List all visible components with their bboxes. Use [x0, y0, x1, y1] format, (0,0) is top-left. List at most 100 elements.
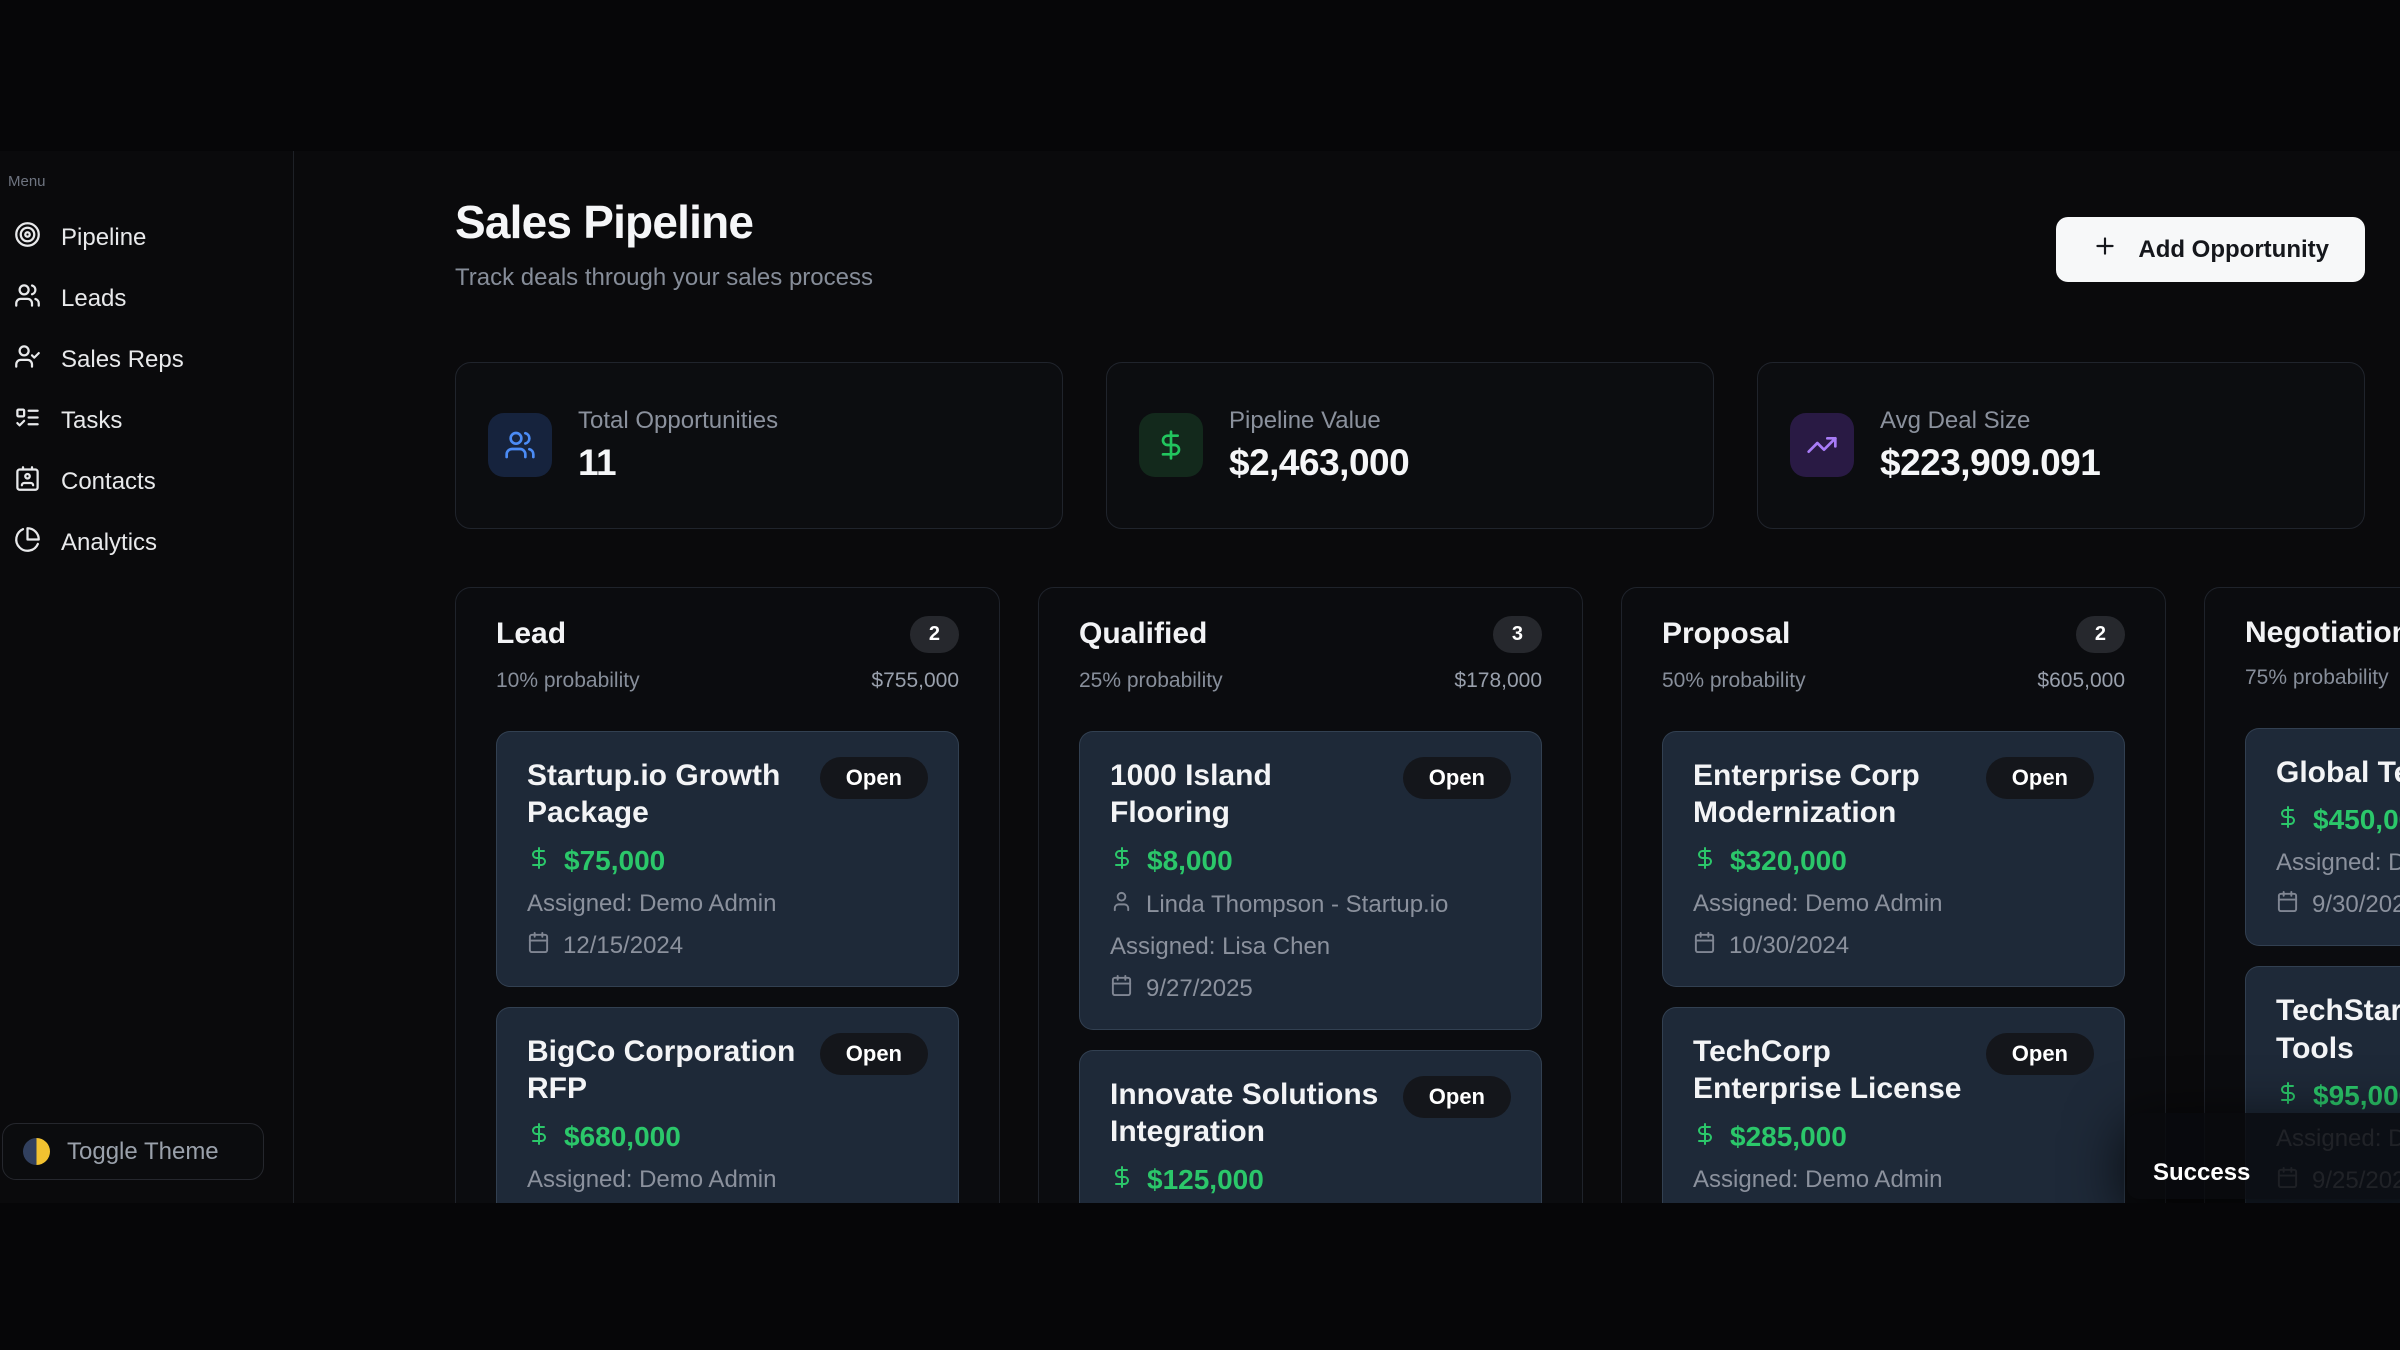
- stat-label: Pipeline Value: [1229, 407, 1409, 435]
- trending-up-icon: [1790, 413, 1854, 477]
- page-title: Sales Pipeline: [455, 197, 873, 248]
- deal-card[interactable]: Global Te $450,000 Assigned: Demo Admin …: [2245, 728, 2400, 947]
- sidebar-item-tasks[interactable]: Tasks: [8, 399, 285, 443]
- deal-card[interactable]: Enterprise Corp Modernization Open $320,…: [1662, 731, 2125, 987]
- status-badge: Open: [820, 757, 928, 799]
- deal-value: $75,000: [564, 845, 665, 877]
- stat-card-avg-deal-size: Avg Deal Size $223,909.091: [1757, 362, 2365, 529]
- column-count-badge: 2: [2076, 616, 2125, 653]
- calendar-icon: [2276, 890, 2299, 920]
- sidebar-item-pipeline[interactable]: Pipeline: [8, 216, 285, 260]
- deal-date: 9/27/2025: [1146, 975, 1253, 1003]
- dollar-icon: [1139, 413, 1203, 477]
- column-probability: 50% probability: [1662, 669, 1806, 693]
- user-check-icon: [14, 343, 41, 377]
- status-badge: Open: [1403, 1076, 1511, 1118]
- sidebar-item-label: Sales Reps: [61, 346, 184, 374]
- column-qualified: Qualified 3 25% probability $178,000 100…: [1038, 587, 1583, 1203]
- deal-title: Innovate Solutions Integration: [1110, 1076, 1387, 1151]
- stat-text: Total Opportunities 11: [578, 407, 778, 484]
- status-badge: Open: [820, 1033, 928, 1075]
- sidebar-item-label: Contacts: [61, 468, 156, 496]
- status-badge: Open: [1986, 757, 2094, 799]
- add-opportunity-button[interactable]: Add Opportunity: [2056, 217, 2365, 282]
- page-header: Sales Pipeline Track deals through your …: [455, 197, 2365, 292]
- sidebar-item-analytics[interactable]: Analytics: [8, 521, 285, 565]
- sidebar-item-label: Analytics: [61, 529, 157, 557]
- sidebar-item-sales-reps[interactable]: Sales Reps: [8, 338, 285, 382]
- menu-section-label: Menu: [8, 173, 285, 190]
- dollar-icon: [2276, 1080, 2300, 1112]
- sidebar-nav: Pipeline Leads Sales Reps Tasks Contacts…: [8, 216, 285, 565]
- deal-card[interactable]: Innovate Solutions Integration Open $125…: [1079, 1050, 1542, 1203]
- pie-chart-icon: [14, 526, 41, 560]
- column-total: $178,000: [1454, 669, 1542, 693]
- toggle-theme-label: Toggle Theme: [67, 1138, 219, 1166]
- column-negotiation: Negotiation 75% probability Global Te $4…: [2204, 587, 2400, 1203]
- column-total: $755,000: [871, 669, 959, 693]
- stat-text: Avg Deal Size $223,909.091: [1880, 407, 2100, 484]
- toggle-theme-button[interactable]: Toggle Theme: [2, 1123, 264, 1180]
- users-icon: [488, 413, 552, 477]
- stat-label: Avg Deal Size: [1880, 407, 2100, 435]
- deal-value: $320,000: [1730, 845, 1847, 877]
- column-title: Lead: [496, 617, 566, 651]
- contact-card-icon: [14, 465, 41, 499]
- deal-assigned: Assigned: Lisa Chen: [1110, 933, 1511, 961]
- dollar-icon: [1693, 845, 1717, 877]
- pipeline-board: Lead 2 10% probability $755,000 Startup.…: [455, 587, 2365, 1203]
- column-count-badge: 2: [910, 616, 959, 653]
- app-window: Menu Pipeline Leads Sales Reps Tasks Con…: [0, 151, 2400, 1203]
- users-icon: [14, 282, 41, 316]
- column-title: Negotiation: [2245, 616, 2400, 650]
- column-count-badge: 3: [1493, 616, 1542, 653]
- sidebar: Menu Pipeline Leads Sales Reps Tasks Con…: [0, 151, 294, 1203]
- stat-text: Pipeline Value $2,463,000: [1229, 407, 1409, 484]
- deal-title: TechCorp Enterprise License: [1693, 1033, 1970, 1108]
- toast-success: Success: [2127, 1113, 2400, 1199]
- deal-date: 10/30/2024: [1729, 932, 1849, 960]
- deal-card[interactable]: BigCo Corporation RFP Open $680,000 Assi…: [496, 1007, 959, 1203]
- stat-label: Total Opportunities: [578, 407, 778, 435]
- column-probability: 10% probability: [496, 669, 640, 693]
- dollar-icon: [2276, 804, 2300, 836]
- deal-title: 1000 Island Flooring: [1110, 757, 1387, 832]
- stat-value: 11: [578, 442, 778, 484]
- calendar-icon: [527, 931, 550, 961]
- deal-date: 9/30/2025: [2312, 891, 2400, 919]
- status-badge: Open: [1986, 1033, 2094, 1075]
- plus-icon: [2092, 233, 2118, 266]
- deal-assigned: Assigned: Demo Admin: [1693, 890, 2094, 918]
- sidebar-item-label: Leads: [61, 285, 126, 313]
- calendar-icon: [1110, 974, 1133, 1004]
- deal-assigned: Assigned: Demo Admin: [1693, 1166, 2094, 1194]
- deal-value: $95,000: [2313, 1080, 2400, 1112]
- page-subtitle: Track deals through your sales process: [455, 264, 873, 292]
- deal-card[interactable]: Startup.io Growth Package Open $75,000 A…: [496, 731, 959, 987]
- dollar-icon: [527, 1121, 551, 1153]
- deal-assigned: Assigned: Demo Admin: [527, 1166, 928, 1194]
- sidebar-item-contacts[interactable]: Contacts: [8, 460, 285, 504]
- page-header-text: Sales Pipeline Track deals through your …: [455, 197, 873, 292]
- deal-value: $8,000: [1147, 845, 1233, 877]
- deal-title: BigCo Corporation RFP: [527, 1033, 804, 1108]
- dollar-icon: [527, 845, 551, 877]
- moon-icon: [23, 1138, 50, 1165]
- stat-card-pipeline-value: Pipeline Value $2,463,000: [1106, 362, 1714, 529]
- deal-title: TechStart Tools: [2276, 992, 2400, 1067]
- column-lead: Lead 2 10% probability $755,000 Startup.…: [455, 587, 1000, 1203]
- calendar-icon: [1693, 931, 1716, 961]
- deal-card[interactable]: TechCorp Enterprise License Open $285,00…: [1662, 1007, 2125, 1203]
- deal-value: $680,000: [564, 1121, 681, 1153]
- main-content: Sales Pipeline Track deals through your …: [294, 151, 2400, 1203]
- deal-value: $285,000: [1730, 1121, 1847, 1153]
- sidebar-item-leads[interactable]: Leads: [8, 277, 285, 321]
- target-icon: [14, 221, 41, 255]
- toast-title: Success: [2153, 1159, 2250, 1186]
- deal-value: $450,000: [2313, 804, 2400, 836]
- dollar-icon: [1110, 1164, 1134, 1196]
- deal-card[interactable]: 1000 Island Flooring Open $8,000 Linda T…: [1079, 731, 1542, 1030]
- deal-contact: Linda Thompson - Startup.io: [1146, 891, 1448, 919]
- deal-title: Enterprise Corp Modernization: [1693, 757, 1970, 832]
- deal-date: 12/15/2024: [563, 932, 683, 960]
